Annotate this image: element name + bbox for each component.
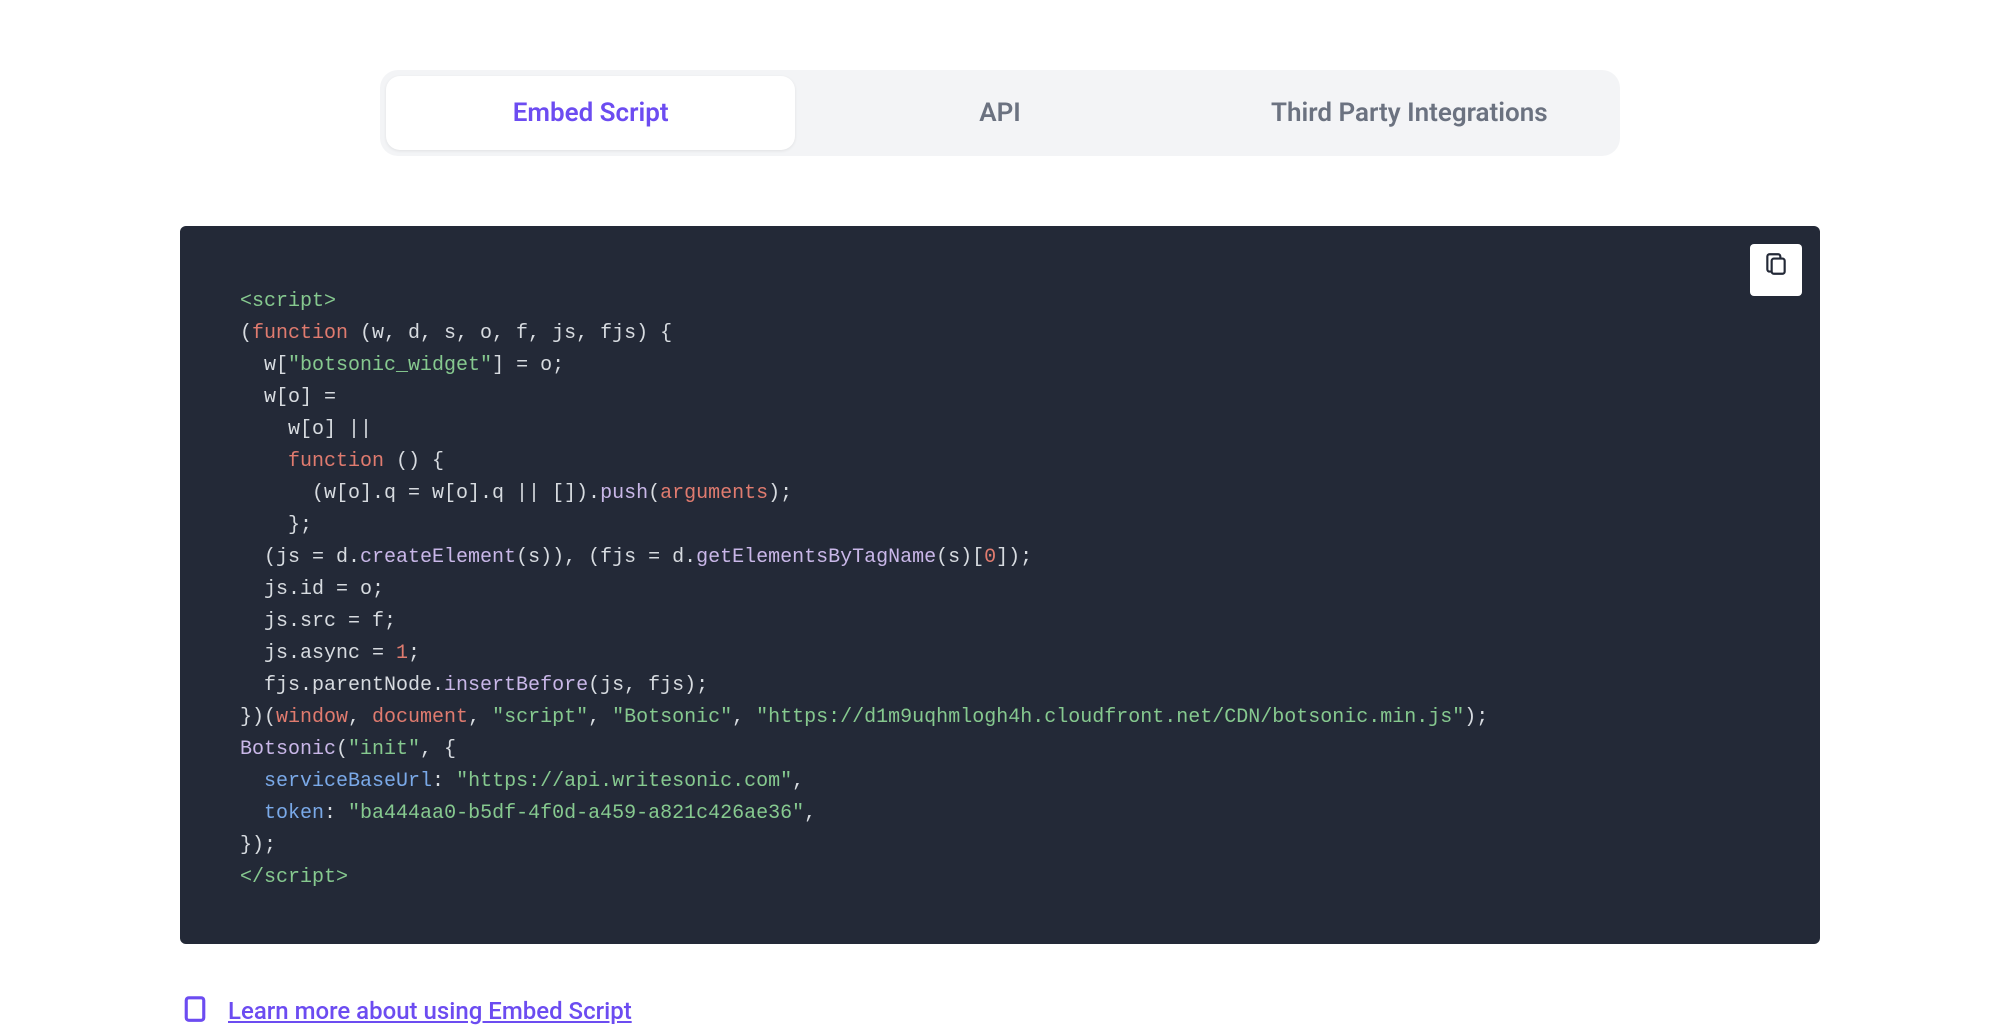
copy-button[interactable] bbox=[1750, 244, 1802, 296]
code-token: 0 bbox=[984, 546, 996, 569]
code-token: serviceBaseUrl bbox=[264, 770, 432, 793]
code-token: w[o] || bbox=[240, 418, 372, 441]
code-token: (js, fjs); bbox=[588, 674, 708, 697]
code-token: : bbox=[432, 770, 456, 793]
code-token: getElementsByTagName bbox=[696, 546, 936, 569]
code-token: (w[o].q = w[o].q || []). bbox=[240, 482, 600, 505]
code-token: ( bbox=[240, 322, 252, 345]
code-token: Botsonic bbox=[240, 738, 336, 761]
learn-more-link[interactable]: Learn more about using Embed Script bbox=[228, 997, 632, 1025]
code-token: (s)[ bbox=[936, 546, 984, 569]
code-token: w[o] = bbox=[240, 386, 336, 409]
code-token: "ba444aa0-b5df-4f0d-a459-a821c426ae36" bbox=[348, 802, 804, 825]
tab-api[interactable]: API bbox=[795, 76, 1204, 150]
code-token: fjs.parentNode. bbox=[240, 674, 444, 697]
tab-third-party-integrations[interactable]: Third Party Integrations bbox=[1205, 76, 1614, 150]
code-token bbox=[240, 802, 264, 825]
code-token: js.src = f; bbox=[240, 610, 396, 633]
code-token: "botsonic_widget" bbox=[288, 354, 492, 377]
code-token: "https://d1m9uqhmlogh4h.cloudfront.net/C… bbox=[756, 706, 1464, 729]
code-token: (js = d. bbox=[240, 546, 360, 569]
code-token bbox=[240, 450, 288, 473]
code-token: ( bbox=[648, 482, 660, 505]
code-token: token bbox=[264, 802, 324, 825]
code-token: js.async = bbox=[240, 642, 396, 665]
tab-embed-script[interactable]: Embed Script bbox=[386, 76, 795, 150]
code-token: () { bbox=[384, 450, 444, 473]
clipboard-icon bbox=[1763, 251, 1789, 289]
code-token: "init" bbox=[348, 738, 420, 761]
code-token: , bbox=[792, 770, 804, 793]
tabs: Embed Script API Third Party Integration… bbox=[380, 70, 1620, 156]
code-token: <script> bbox=[240, 290, 336, 313]
document-icon bbox=[180, 994, 210, 1028]
code-token: "https://api.writesonic.com" bbox=[456, 770, 792, 793]
code-token: ]); bbox=[996, 546, 1032, 569]
code-token: createElement bbox=[360, 546, 516, 569]
code-token bbox=[240, 770, 264, 793]
code-token: "Botsonic" bbox=[612, 706, 732, 729]
learn-more-row: Learn more about using Embed Script bbox=[180, 994, 1820, 1028]
code-token: ( bbox=[336, 738, 348, 761]
code-token: window bbox=[276, 706, 348, 729]
code-token: , bbox=[804, 802, 816, 825]
code-token: document bbox=[372, 706, 468, 729]
page-container: Embed Script API Third Party Integration… bbox=[0, 0, 2000, 1028]
code-token: js.id = o; bbox=[240, 578, 384, 601]
code-token: , bbox=[348, 706, 372, 729]
code-token: insertBefore bbox=[444, 674, 588, 697]
code-token: : bbox=[324, 802, 348, 825]
code-token: , bbox=[468, 706, 492, 729]
code-token: </script> bbox=[240, 866, 348, 889]
code-token: }); bbox=[240, 834, 276, 857]
code-token: ] = o; bbox=[492, 354, 564, 377]
code-token: function bbox=[252, 322, 348, 345]
code-block: <script> (function (w, d, s, o, f, js, f… bbox=[180, 226, 1820, 944]
code-token: ); bbox=[768, 482, 792, 505]
code-token: }; bbox=[240, 514, 312, 537]
code-token: "script" bbox=[492, 706, 588, 729]
code-token: , bbox=[588, 706, 612, 729]
code-token: w[ bbox=[240, 354, 288, 377]
code-token: , bbox=[732, 706, 756, 729]
code-token: 1 bbox=[396, 642, 408, 665]
code-token: arguments bbox=[660, 482, 768, 505]
code-token: function bbox=[288, 450, 384, 473]
code-token: (w, d, s, o, f, js, fjs) { bbox=[348, 322, 672, 345]
tabs-wrapper: Embed Script API Third Party Integration… bbox=[180, 70, 1820, 156]
code-token: ); bbox=[1464, 706, 1488, 729]
code-token: })( bbox=[240, 706, 276, 729]
code-token: push bbox=[600, 482, 648, 505]
code-token: (s)), (fjs = d. bbox=[516, 546, 696, 569]
code-token: ; bbox=[408, 642, 420, 665]
code-token: , { bbox=[420, 738, 456, 761]
